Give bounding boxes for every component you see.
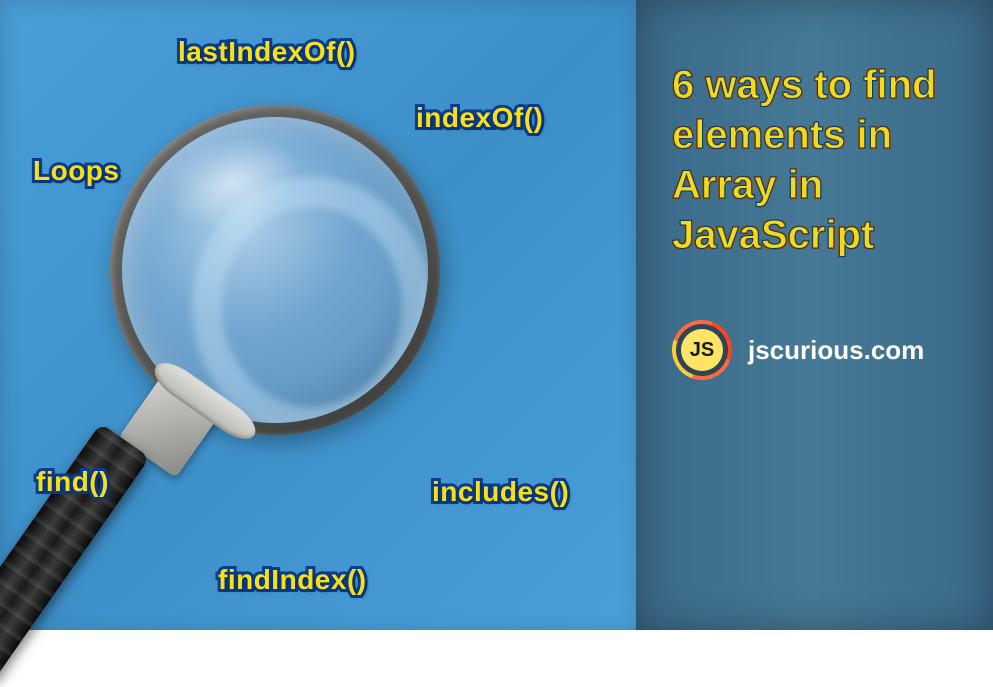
lens-glass	[122, 117, 428, 423]
lens-ring	[110, 105, 440, 435]
method-includes: includes()	[432, 476, 569, 508]
method-lastindexof: lastIndexOf()	[178, 36, 356, 68]
method-find: find()	[36, 466, 109, 498]
hero-image-panel: lastIndexOf() indexOf() Loops find() inc…	[0, 0, 636, 630]
method-loops: Loops	[33, 155, 120, 187]
site-branding: JS jscurious.com	[672, 320, 963, 380]
site-name: jscurious.com	[748, 335, 924, 366]
logo-icon: JS	[662, 310, 742, 390]
handle	[0, 423, 150, 687]
logo-text: JS	[681, 329, 723, 371]
method-indexof: indexOf()	[416, 102, 543, 134]
article-title: 6 ways to find elements in Array in Java…	[672, 60, 963, 260]
method-findindex: findIndex()	[218, 564, 367, 596]
title-panel: 6 ways to find elements in Array in Java…	[636, 0, 993, 630]
